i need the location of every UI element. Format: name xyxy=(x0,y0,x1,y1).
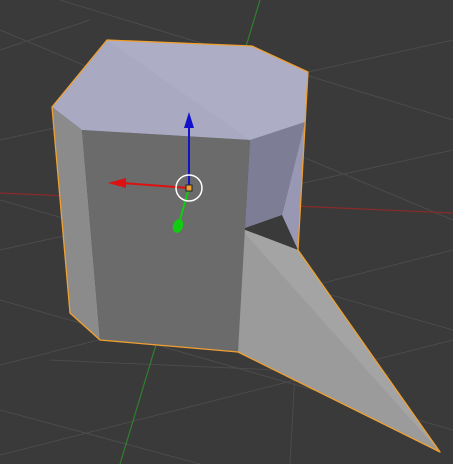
pivot-point-icon xyxy=(185,184,193,192)
mesh-face-front xyxy=(82,130,250,352)
viewport-canvas[interactable] xyxy=(0,0,453,464)
3d-viewport[interactable] xyxy=(0,0,453,464)
